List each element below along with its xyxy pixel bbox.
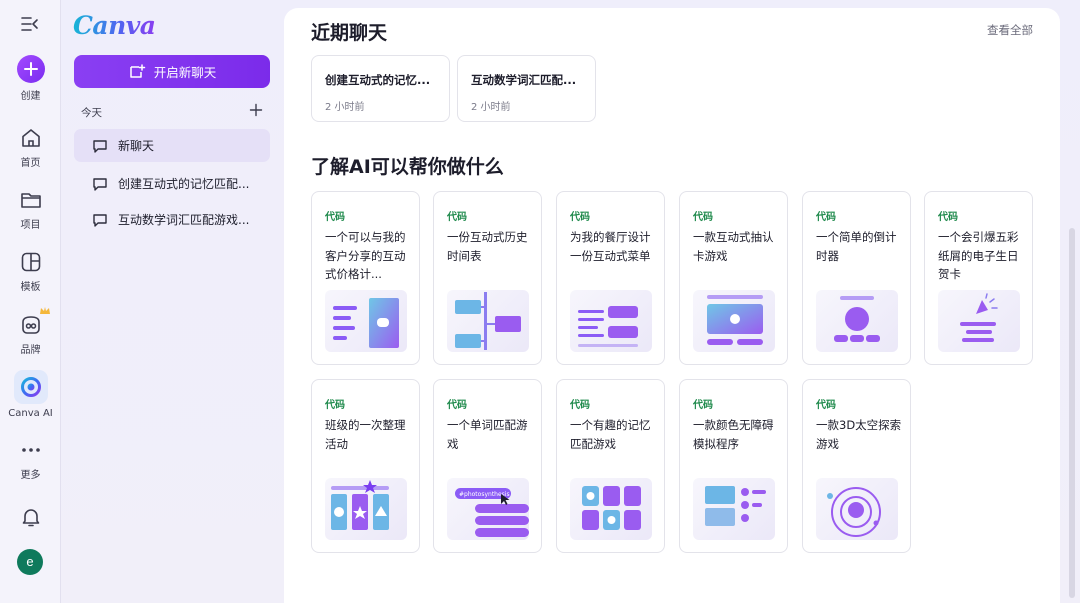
rail-item-canva-ai[interactable]: Canva AI: [0, 370, 61, 419]
card-tag: 代码: [447, 212, 467, 223]
collapse-sidebar-icon[interactable]: [20, 15, 40, 33]
new-chat-button[interactable]: 开启新聊天: [74, 55, 270, 88]
chat-bubble-icon: [93, 213, 107, 227]
view-all-link[interactable]: 查看全部: [987, 22, 1033, 38]
suggestion-card[interactable]: 代码 一个有趣的记忆匹配游戏: [556, 379, 665, 553]
countdown-timer-thumbnail: [816, 290, 898, 352]
card-tag: 代码: [816, 400, 836, 411]
left-rail: 创建 首页 项目 模板 品牌 Canva AI 更多 e: [0, 0, 61, 603]
chat-bubble-icon: [93, 139, 107, 153]
card-description: 一个可以与我的客户分享的互动式价格计...: [325, 230, 406, 281]
chat-item-label: 创建互动式的记忆匹配...: [118, 177, 250, 191]
recent-chat-title: 互动数学词汇匹配...: [471, 73, 577, 87]
recent-chat-time: 2 小时前: [471, 102, 511, 113]
suggestion-card[interactable]: 代码 一款互动式抽认卡游戏: [679, 191, 788, 365]
card-tag: 代码: [325, 400, 345, 411]
chat-sidebar: Canva 开启新聊天 今天 新聊天 创建互动式的记忆匹配... 互动数学词汇匹…: [61, 0, 284, 603]
recent-chat-card[interactable]: 互动数学词汇匹配... 2 小时前: [457, 55, 596, 122]
rail-label: 模板: [20, 282, 41, 293]
word-match-thumbnail: #photosynthesis: [447, 478, 529, 540]
recent-chats-heading: 近期聊天: [311, 22, 388, 44]
rail-label: 首页: [20, 158, 41, 169]
canva-ai-icon: [13, 370, 48, 404]
card-description: 班级的一次整理活动: [325, 418, 406, 451]
plus-icon: [16, 55, 45, 83]
recent-chat-card[interactable]: 创建互动式的记忆... 2 小时前: [311, 55, 450, 122]
rail-item-more[interactable]: 更多: [0, 438, 61, 481]
chat-item[interactable]: 互动数学词汇匹配游戏...: [74, 203, 270, 236]
rail-item-templates[interactable]: 模板: [0, 250, 61, 293]
rail-label: 创建: [20, 91, 41, 102]
suggestion-card[interactable]: 代码 一个会引爆五彩纸屑的电子生日贺卡: [924, 191, 1033, 365]
chat-item-label: 新聊天: [118, 139, 155, 153]
timeline-thumbnail: [447, 290, 529, 352]
card-description: 一个简单的倒计时器: [816, 230, 897, 263]
main-panel: 近期聊天 查看全部 创建互动式的记忆... 2 小时前 互动数学词汇匹配... …: [284, 8, 1060, 603]
chat-item[interactable]: 新聊天: [74, 129, 270, 162]
main-scrollbar[interactable]: [1069, 228, 1075, 598]
card-tag: 代码: [693, 212, 713, 223]
template-icon: [21, 252, 40, 272]
price-calculator-thumbnail: [325, 290, 407, 352]
add-chat-icon[interactable]: [249, 103, 263, 117]
suggestion-card[interactable]: 代码 一个单词匹配游戏 #photosynthesis: [433, 379, 542, 553]
color-accessibility-thumbnail: [693, 478, 775, 540]
rail-label: 项目: [20, 220, 41, 231]
suggestion-card[interactable]: 代码 为我的餐厅设计一份互动式菜单: [556, 191, 665, 365]
rail-item-home[interactable]: 首页: [0, 126, 61, 169]
suggestion-card[interactable]: 代码 一个可以与我的客户分享的互动式价格计...: [311, 191, 420, 365]
rail-item-create[interactable]: 创建: [0, 55, 61, 102]
recent-chat-time: 2 小时前: [325, 102, 365, 113]
card-tag: 代码: [570, 400, 590, 411]
card-tag: 代码: [693, 400, 713, 411]
suggestion-card[interactable]: 代码 一份互动式历史时间表: [433, 191, 542, 365]
card-tag: 代码: [938, 212, 958, 223]
space-exploration-thumbnail: [816, 478, 898, 540]
card-tag: 代码: [570, 212, 590, 223]
suggestion-card[interactable]: 代码 一款3D太空探索游戏: [802, 379, 911, 553]
organizing-activity-thumbnail: [325, 478, 407, 540]
learn-ai-heading: 了解AI可以帮你做什么: [311, 156, 504, 178]
card-description: 一个有趣的记忆匹配游戏: [570, 418, 651, 451]
card-description: 一款颜色无障碍模拟程序: [693, 418, 774, 451]
memory-match-thumbnail: [570, 478, 652, 540]
recent-chat-title: 创建互动式的记忆...: [325, 73, 431, 87]
card-tag: 代码: [816, 212, 836, 223]
new-chat-label: 开启新聊天: [153, 65, 217, 80]
suggestion-card[interactable]: 代码 班级的一次整理活动: [311, 379, 420, 553]
card-description: 一个会引爆五彩纸屑的电子生日贺卡: [938, 230, 1019, 281]
suggestion-card[interactable]: 代码 一个简单的倒计时器: [802, 191, 911, 365]
rail-item-projects[interactable]: 项目: [0, 188, 61, 231]
card-description: 一款3D太空探索游戏: [816, 418, 902, 451]
crown-icon: [40, 307, 50, 314]
folder-icon: [20, 193, 41, 208]
more-icon: [21, 448, 40, 452]
card-description: 一款互动式抽认卡游戏: [693, 230, 774, 263]
birthday-card-thumbnail: [938, 290, 1020, 352]
avatar[interactable]: e: [17, 549, 43, 575]
suggestion-card[interactable]: 代码 一款颜色无障碍模拟程序: [679, 379, 788, 553]
rail-label: 更多: [20, 470, 41, 481]
rail-item-notifications[interactable]: [0, 505, 61, 529]
brand-icon: [21, 316, 40, 334]
section-title-today: 今天: [81, 107, 102, 119]
menu-thumbnail: [570, 290, 652, 352]
rail-label: 品牌: [20, 345, 41, 356]
chat-item[interactable]: 创建互动式的记忆匹配...: [74, 167, 270, 200]
card-description: 一份互动式历史时间表: [447, 230, 528, 263]
rail-item-brand[interactable]: 品牌: [0, 307, 61, 356]
rail-label: Canva AI: [8, 408, 53, 419]
new-chat-icon: [129, 63, 145, 78]
chat-bubble-icon: [93, 177, 107, 191]
card-description: 为我的餐厅设计一份互动式菜单: [570, 230, 651, 263]
flashcard-thumbnail: [693, 290, 775, 352]
chat-item-label: 互动数学词汇匹配游戏...: [118, 213, 250, 227]
card-tag: 代码: [447, 400, 467, 411]
home-icon: [21, 129, 40, 147]
card-description: 一个单词匹配游戏: [447, 418, 528, 451]
card-tag: 代码: [325, 212, 345, 223]
canva-logo[interactable]: Canva: [73, 11, 156, 40]
bell-icon: [22, 509, 39, 527]
